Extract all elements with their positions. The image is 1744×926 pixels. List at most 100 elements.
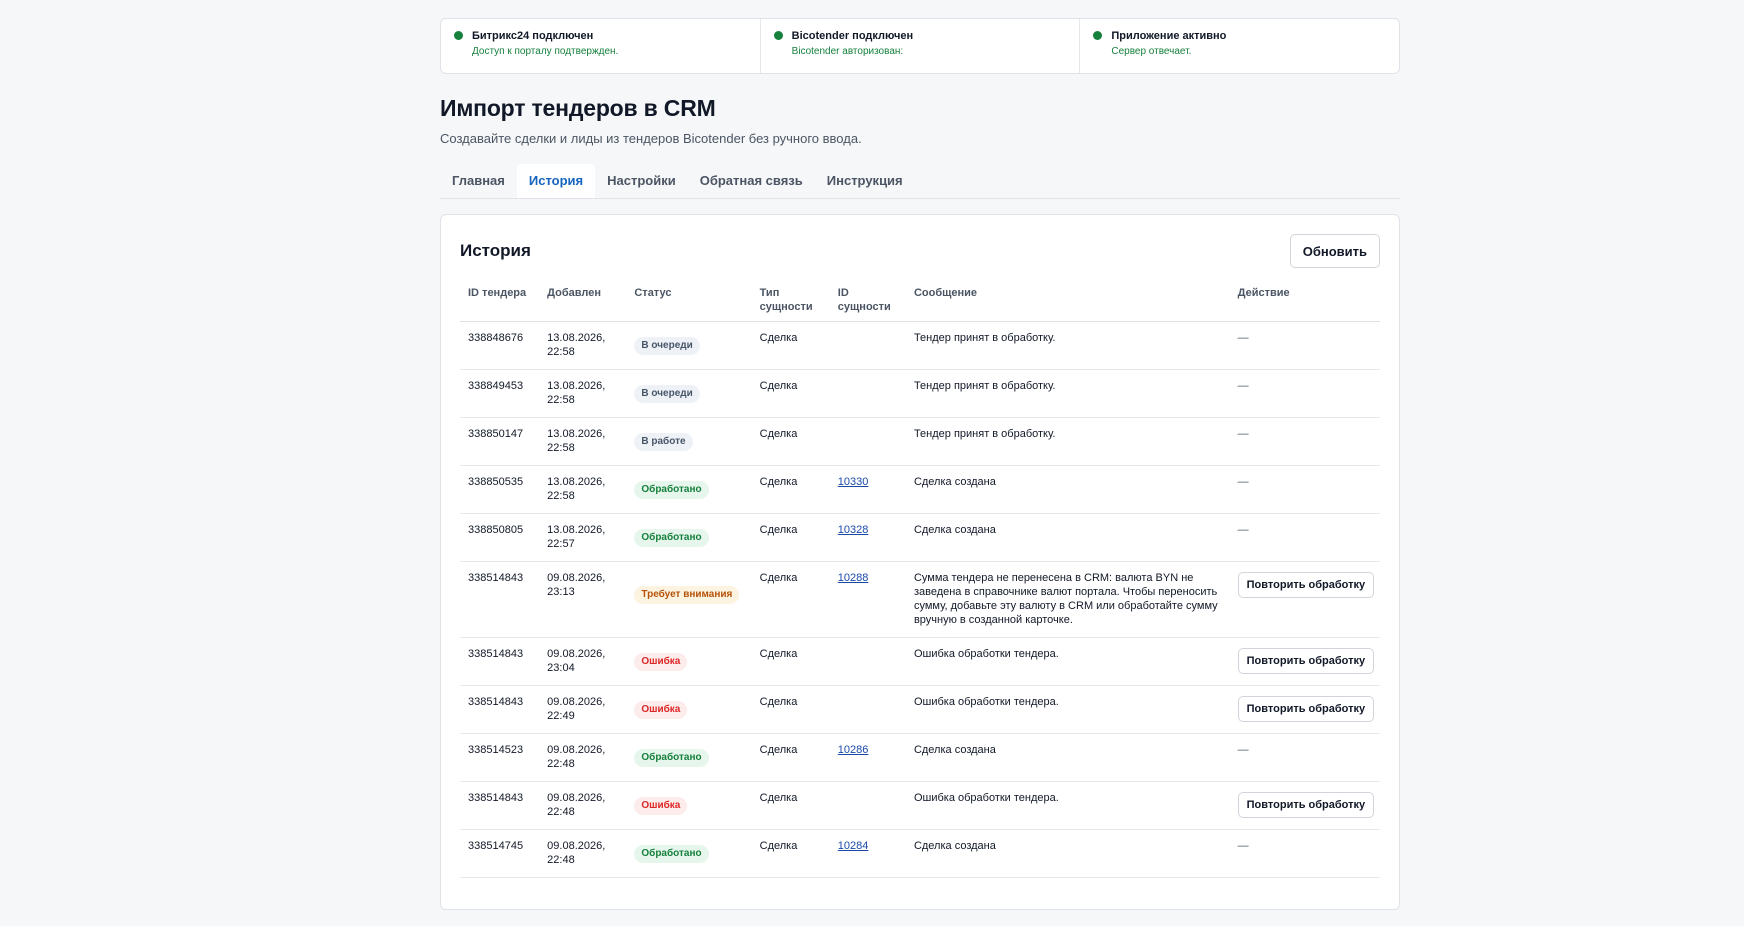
no-action-dash: — (1237, 840, 1249, 852)
status-badge: В очереди (634, 385, 700, 403)
tab-bar: Главная История Настройки Обратная связь… (440, 164, 1400, 199)
cell-added: 13.08.2026, 22:58 (539, 321, 627, 370)
cell-message: Сделка создана (905, 513, 1230, 562)
cell-entity-type: Сделка (751, 781, 830, 830)
cell-action: Повторить обработку (1229, 781, 1380, 830)
status-title: Приложение активно (1111, 30, 1227, 42)
no-action-dash: — (1237, 428, 1249, 440)
entity-id-link[interactable]: 10284 (838, 840, 869, 852)
table-row: 338514843 09.08.2026, 23:04 Ошибка Сделка Ош… (460, 637, 1380, 686)
history-card-header: История Обновить (460, 234, 1380, 268)
cell-message: Ошибка обработки тендера. (905, 781, 1230, 830)
retry-button[interactable]: Повторить обработку (1237, 696, 1375, 722)
cell-status: Ошибка (626, 685, 752, 734)
status-subtitle: Доступ к порталу подтвержден. (472, 46, 619, 57)
cell-entity-id: 10284 (829, 829, 906, 878)
retry-button[interactable]: Повторить обработку (1237, 572, 1375, 598)
cell-action: Повторить обработку (1229, 685, 1380, 734)
status-badge: Обработано (634, 749, 709, 767)
cell-status: В очереди (626, 321, 752, 370)
column-header-entity-id: ID сущности (829, 286, 906, 322)
cell-status: Требует внимания (626, 561, 752, 638)
cell-status: Обработано (626, 733, 752, 782)
refresh-button[interactable]: Обновить (1289, 234, 1380, 268)
cell-tender-id: 338850147 (460, 417, 540, 466)
status-badge: Ошибка (634, 797, 688, 815)
table-row: 338848676 13.08.2026, 22:58 В очереди Сделк… (460, 321, 1380, 370)
tab-history[interactable]: История (516, 164, 596, 198)
table-row: 338514843 09.08.2026, 22:48 Ошибка Сделка Ош… (460, 781, 1380, 830)
retry-button[interactable]: Повторить обработку (1237, 648, 1375, 674)
table-row: 338514843 09.08.2026, 23:13 Требует вниман… (460, 561, 1380, 638)
cell-entity-type: Сделка (751, 321, 830, 370)
cell-message: Сделка создана (905, 733, 1230, 782)
cell-entity-type: Сделка (751, 369, 830, 418)
entity-id-link[interactable]: 10330 (838, 476, 869, 488)
cell-tender-id: 338850535 (460, 465, 540, 514)
column-header-entity-type: Тип сущности (751, 286, 830, 322)
cell-entity-id (829, 685, 906, 734)
cell-entity-id: 10286 (829, 733, 906, 782)
no-action-dash: — (1237, 332, 1249, 344)
entity-id-link[interactable]: 10328 (838, 524, 869, 536)
cell-message: Сделка создана (905, 465, 1230, 514)
cell-added: 13.08.2026, 22:58 (539, 465, 627, 514)
cell-entity-id: 10330 (829, 465, 906, 514)
cell-message: Ошибка обработки тендера. (905, 685, 1230, 734)
column-header-status: Статус (626, 286, 752, 322)
cell-status: В работе (626, 417, 752, 466)
cell-action: — (1229, 733, 1380, 782)
cell-action: Повторить обработку (1229, 561, 1380, 638)
history-table: ID тендера Добавлен Статус Тип сущности … (460, 286, 1380, 878)
cell-entity-type: Сделка (751, 733, 830, 782)
cell-entity-id (829, 417, 906, 466)
status-badge: Ошибка (634, 701, 688, 719)
cell-added: 09.08.2026, 23:13 (539, 561, 627, 638)
cell-action: — (1229, 321, 1380, 370)
status-subtitle: Bicotender авторизован: (791, 46, 904, 57)
cell-action: — (1229, 829, 1380, 878)
status-ok-dot-icon (1093, 31, 1103, 40)
tab-feedback[interactable]: Обратная связь (688, 164, 815, 198)
table-row: 338514523 09.08.2026, 22:48 Обработано Сдел… (460, 733, 1380, 782)
status-app: Приложение активно Сервер отвечает. (1080, 19, 1399, 73)
cell-entity-type: Сделка (751, 685, 830, 734)
status-badge: Обработано (634, 481, 709, 499)
cell-tender-id: 338514843 (460, 637, 540, 686)
cell-action: Повторить обработку (1229, 637, 1380, 686)
cell-action: — (1229, 513, 1380, 562)
cell-message: Ошибка обработки тендера. (905, 637, 1230, 686)
cell-message: Сумма тендера не перенесена в CRM: валют… (905, 561, 1230, 638)
tab-settings[interactable]: Настройки (595, 164, 688, 198)
cell-added: 13.08.2026, 22:58 (539, 417, 627, 466)
cell-message: Тендер принят в обработку. (905, 417, 1230, 466)
status-badge: Обработано (634, 845, 709, 863)
cell-status: Обработано (626, 513, 752, 562)
status-subtitle: Сервер отвечает. (1111, 46, 1192, 57)
cell-entity-type: Сделка (751, 561, 830, 638)
cell-status: Ошибка (626, 781, 752, 830)
status-ok-dot-icon (454, 31, 463, 40)
tab-main[interactable]: Главная (440, 164, 517, 198)
no-action-dash: — (1237, 476, 1249, 488)
entity-id-link[interactable]: 10286 (838, 744, 869, 756)
cell-tender-id: 338850805 (460, 513, 540, 562)
entity-id-link[interactable]: 10288 (838, 572, 869, 584)
table-row: 338850805 13.08.2026, 22:57 Обработано Сдел… (460, 513, 1380, 562)
cell-entity-id: 10328 (829, 513, 906, 562)
cell-action: — (1229, 369, 1380, 418)
cell-added: 09.08.2026, 22:49 (539, 685, 627, 734)
status-badge: Требует внимания (634, 586, 740, 604)
column-header-added: Добавлен (539, 286, 627, 322)
no-action-dash: — (1237, 524, 1249, 536)
cell-status: Обработано (626, 829, 752, 878)
cell-added: 09.08.2026, 23:04 (539, 637, 627, 686)
page-title: Импорт тендеров в CRM (440, 95, 716, 121)
cell-entity-id (829, 781, 906, 830)
page-subtitle: Создавайте сделки и лиды из тендеров Bic… (440, 131, 862, 146)
table-row: 338514843 09.08.2026, 22:49 Ошибка Сделка Ош… (460, 685, 1380, 734)
tab-instructions[interactable]: Инструкция (815, 164, 915, 198)
cell-entity-type: Сделка (751, 829, 830, 878)
cell-message: Сделка создана (905, 829, 1230, 878)
retry-button[interactable]: Повторить обработку (1237, 792, 1375, 818)
